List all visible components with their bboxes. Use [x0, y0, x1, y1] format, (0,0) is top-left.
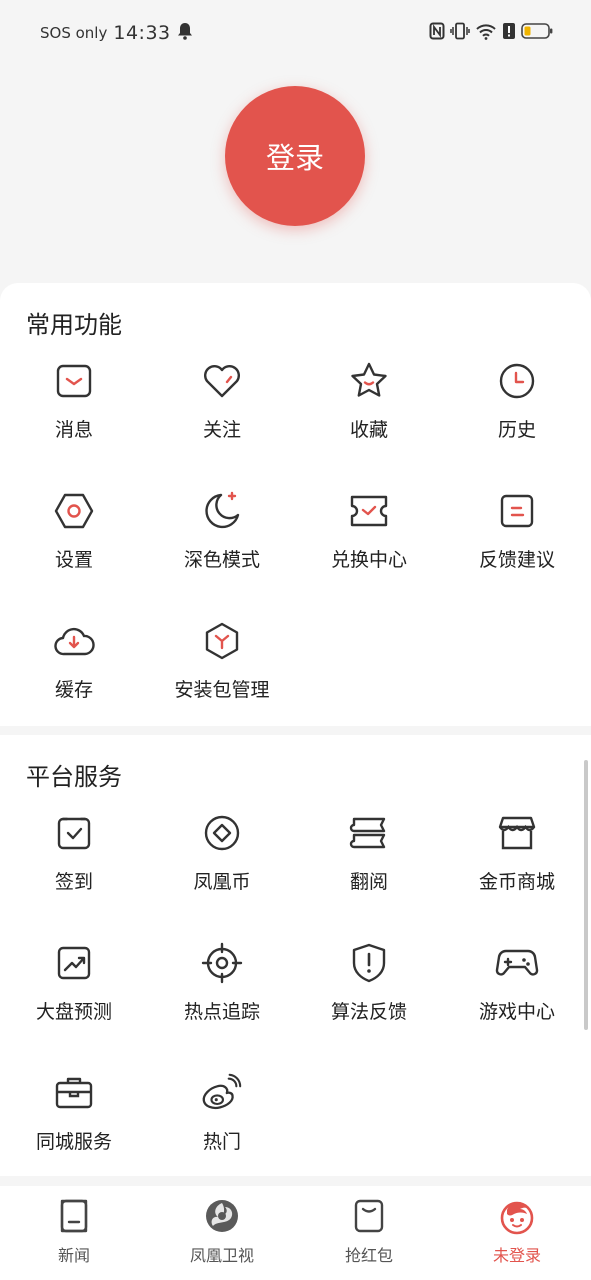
ticket-icon	[347, 489, 391, 533]
menu-item-label: 历史	[497, 419, 536, 441]
menu-item-label: 消息	[54, 419, 93, 441]
book-icon	[347, 811, 391, 855]
moon-icon	[200, 489, 244, 533]
section-title-common: 常用功能	[26, 311, 122, 339]
menu-item-algorithm-feedback[interactable]: 算法反馈	[295, 941, 443, 1051]
menu-item-label: 热点追踪	[183, 1001, 260, 1023]
coin-icon	[200, 811, 244, 855]
target-icon	[200, 941, 244, 985]
menu-item-label: 翻阅	[349, 871, 388, 893]
sos-text: SOS only	[40, 24, 108, 42]
menu-item-hotspot-tracking[interactable]: 热点追踪	[148, 941, 296, 1051]
menu-item-label: 兑换中心	[330, 549, 407, 571]
clock-time: 14:33	[113, 22, 171, 44]
menu-item-history[interactable]: 历史	[443, 359, 591, 469]
package-icon	[200, 619, 244, 663]
tab-label: 凤凰卫视	[189, 1246, 254, 1265]
login-button[interactable]: 登录	[225, 86, 365, 226]
chart-icon	[52, 941, 96, 985]
weibo-icon	[200, 1071, 244, 1115]
tab-not-logged-in[interactable]: 未登录	[443, 1186, 591, 1280]
menu-item-label: 设置	[54, 549, 93, 571]
nfc-icon	[429, 22, 445, 44]
tab-phoenix-tv[interactable]: 凤凰卫视	[148, 1186, 296, 1280]
tab-red-packet[interactable]: 抢红包	[295, 1186, 443, 1280]
menu-item-label: 深色模式	[183, 549, 260, 571]
menu-item-trending[interactable]: 热门	[148, 1071, 296, 1181]
platform-services-card: 平台服务 签到 凤凰币 翻阅 金币商城 大盘预测 热点追踪 算法反馈 游戏中心 …	[0, 735, 591, 1176]
menu-item-label: 同城服务	[35, 1131, 112, 1153]
vibrate-icon	[450, 22, 470, 44]
settings-icon	[52, 489, 96, 533]
menu-item-label: 关注	[202, 419, 241, 441]
cloud-download-icon	[52, 619, 96, 663]
menu-item-package-manager[interactable]: 安装包管理	[148, 619, 296, 729]
section-title-platform: 平台服务	[26, 763, 122, 791]
status-bar: SOS only 14:33	[0, 0, 591, 66]
store-icon	[495, 811, 539, 855]
menu-item-label: 游戏中心	[478, 1001, 555, 1023]
menu-item-favorites[interactable]: 收藏	[295, 359, 443, 469]
menu-item-label: 金币商城	[478, 871, 555, 893]
tab-label: 新闻	[57, 1246, 90, 1265]
bottom-tab-bar: 新闻 凤凰卫视 抢红包 未登录	[0, 1186, 591, 1280]
phoenix-icon	[202, 1196, 242, 1236]
menu-item-cache[interactable]: 缓存	[0, 619, 148, 729]
bell-icon	[177, 22, 193, 44]
avatar-icon	[497, 1196, 537, 1236]
menu-item-game-center[interactable]: 游戏中心	[443, 941, 591, 1051]
checkin-icon	[52, 811, 96, 855]
news-icon	[54, 1196, 94, 1236]
menu-item-local-services[interactable]: 同城服务	[0, 1071, 148, 1181]
menu-item-follow[interactable]: 关注	[148, 359, 296, 469]
login-label: 登录	[265, 141, 324, 175]
briefcase-icon	[52, 1071, 96, 1115]
clock-icon	[495, 359, 539, 403]
menu-item-dark-mode[interactable]: 深色模式	[148, 489, 296, 599]
menu-item-coin-store[interactable]: 金币商城	[443, 811, 591, 921]
star-icon	[347, 359, 391, 403]
menu-item-feedback[interactable]: 反馈建议	[443, 489, 591, 599]
menu-item-label: 签到	[54, 871, 93, 893]
gamepad-icon	[495, 941, 539, 985]
message-icon	[52, 359, 96, 403]
menu-item-browse[interactable]: 翻阅	[295, 811, 443, 921]
heart-icon	[200, 359, 244, 403]
tab-label: 未登录	[492, 1246, 541, 1265]
menu-item-label: 反馈建议	[478, 549, 555, 571]
menu-item-label: 算法反馈	[330, 1001, 407, 1023]
shield-alert-icon	[347, 941, 391, 985]
menu-item-label: 安装包管理	[174, 679, 270, 701]
menu-item-label: 大盘预测	[35, 1001, 112, 1023]
wifi-icon	[475, 22, 497, 44]
common-functions-card: 常用功能 消息 关注 收藏 历史 设置 深色模式 兑换中心 反馈建议 缓存 安装…	[0, 283, 591, 726]
menu-item-label: 凤凰币	[193, 871, 251, 893]
menu-item-checkin[interactable]: 签到	[0, 811, 148, 921]
menu-item-label: 缓存	[54, 679, 93, 701]
alert-icon	[502, 22, 516, 44]
tab-news[interactable]: 新闻	[0, 1186, 148, 1280]
battery-icon	[521, 22, 553, 44]
menu-item-redeem[interactable]: 兑换中心	[295, 489, 443, 599]
menu-item-label: 收藏	[349, 419, 388, 441]
menu-item-phoenix-coin[interactable]: 凤凰币	[148, 811, 296, 921]
tab-label: 抢红包	[344, 1246, 393, 1265]
menu-item-messages[interactable]: 消息	[0, 359, 148, 469]
red-packet-icon	[349, 1196, 389, 1236]
menu-item-settings[interactable]: 设置	[0, 489, 148, 599]
feedback-icon	[495, 489, 539, 533]
menu-item-label: 热门	[202, 1131, 241, 1153]
menu-item-market-forecast[interactable]: 大盘预测	[0, 941, 148, 1051]
scrollbar[interactable]	[584, 760, 588, 1030]
